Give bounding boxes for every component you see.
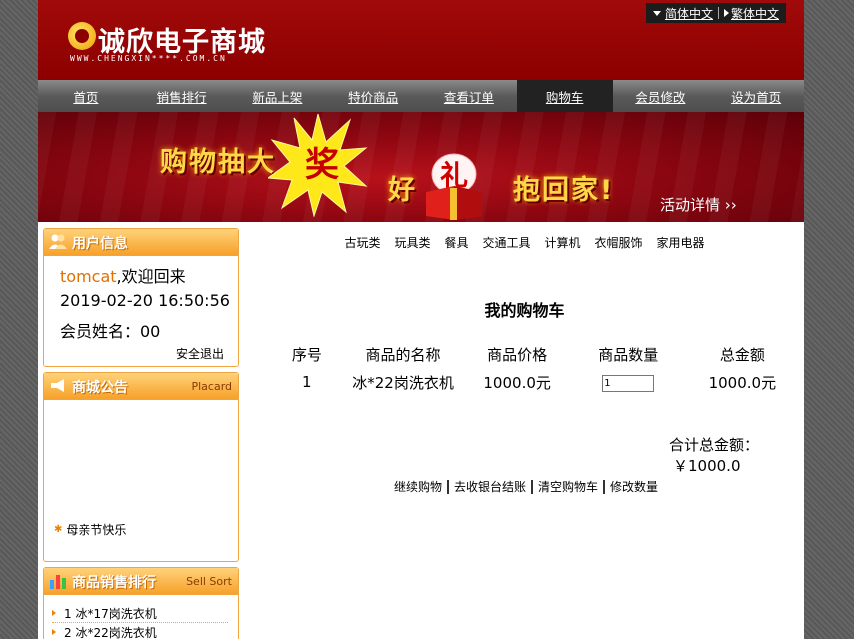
category-appliances[interactable]: 家用电器 [657,234,705,251]
total-label: 合计总金额： [669,436,760,454]
username: tomcat [60,267,117,286]
notice-item[interactable]: ✱ 母亲节快乐 [54,521,126,538]
banner-text-lottery: 购物抽大 [160,147,276,178]
cell-qty [557,372,700,392]
megaphone-icon [51,379,64,392]
clear-cart-link[interactable]: 清空购物车 [533,478,603,495]
nav-member-edit[interactable]: 会员修改 [613,80,709,112]
cell-price: 1000.0元 [483,373,551,392]
notice-title: 商城公告 [72,380,128,396]
lang-traditional-label: 繁体中文 [730,6,779,21]
table-row: 1 冰*22岗洗衣机 1000.0元 1000.0元 [285,368,785,396]
cart-header-row: 序号 商品的名称 商品价格 商品数量 总金额 [285,340,785,368]
cart-actions: 继续购物 去收银台结账 清空购物车 修改数量 [389,478,663,495]
logout-link[interactable]: 安全退出 [176,345,224,362]
column-header-qty: 商品数量 [598,345,659,364]
logo-subtext: WWW.CHENGXIN****.COM.CN [70,54,227,63]
user-info-box: 用户信息 tomcat,欢迎回来 2019-02-20 16:50:56 会员姓… [43,228,239,367]
list-item[interactable]: 2 冰*22岗洗衣机 [52,623,228,639]
cell-total: 1000.0元 [708,373,777,392]
user-info-header: 用户信息 [44,229,238,256]
quantity-input[interactable] [602,375,655,392]
triangle-right-icon [723,9,729,17]
category-toys[interactable]: 玩具类 [394,234,430,251]
logo-mark-icon [68,22,96,50]
category-computers[interactable]: 计算机 [545,234,581,251]
update-quantity-link[interactable]: 修改数量 [605,478,663,495]
sales-rank-subtitle: Sell Sort [186,575,232,588]
cell-name: 冰*22岗洗衣机 [352,373,454,392]
nav-new-arrivals[interactable]: 新品上架 [230,80,326,112]
nav-set-homepage[interactable]: 设为首页 [708,80,804,112]
site-header: 诚欣电子商城 WWW.CHENGXIN****.COM.CN 简体中文 繁体中文 [38,0,804,80]
sales-rank-title: 商品销售排行 [72,575,156,591]
bar-chart-icon [50,575,66,589]
category-antiques[interactable]: 古玩类 [344,234,380,251]
cell-index: 1 [302,373,312,391]
promo-banner[interactable]: 购物抽大 奖 好 抱回家! 礼 活动详情 ›› [38,112,804,222]
banner-details-link[interactable]: 活动详情 ›› [660,194,737,215]
welcome-line: tomcat,欢迎回来 [60,263,186,287]
user-info-title: 用户信息 [72,236,128,252]
category-transport[interactable]: 交通工具 [482,234,530,251]
member-name: 会员姓名：00 [60,322,161,341]
column-header-name: 商品的名称 [365,345,441,364]
continue-shopping-link[interactable]: 继续购物 [389,478,447,495]
banner-text-good: 好 [388,175,417,206]
star-bullet-icon: ✱ [54,524,63,535]
users-icon [49,234,67,249]
lang-divider [717,7,719,19]
category-apparel[interactable]: 衣帽服饰 [595,234,643,251]
triangle-down-icon [652,10,661,16]
burst-char: 奖 [305,145,339,185]
category-links: 古玩类 玩具类 餐具 交通工具 计算机 衣帽服饰 家用电器 [245,234,804,251]
nav-special-offers[interactable]: 特价商品 [325,80,421,112]
gift-box-icon: 礼 [426,153,482,220]
starburst-icon: 奖 [268,113,368,217]
lang-traditional-link[interactable]: 繁体中文 [721,5,782,22]
nav-home[interactable]: 首页 [38,80,134,112]
checkout-link[interactable]: 去收银台结账 [449,478,531,495]
cart-title: 我的购物车 [484,301,565,320]
column-header-price: 商品价格 [487,345,548,364]
list-item[interactable]: 1 冰*17岗洗衣机 [52,604,228,623]
nav-cart[interactable]: 购物车 [516,80,613,112]
notice-header: 商城公告 Placard [44,373,238,400]
category-tableware[interactable]: 餐具 [444,234,468,251]
arrow-bullet-icon [52,610,56,616]
nav-sales-rank[interactable]: 销售排行 [134,80,230,112]
sales-rank-item-label: 2 冰*22岗洗衣机 [64,625,157,639]
banner-text-home: 抱回家! [513,175,615,206]
nav-view-orders[interactable]: 查看订单 [421,80,517,112]
main-content: 古玩类 玩具类 餐具 交通工具 计算机 衣帽服饰 家用电器 我的购物车 序号 商… [245,222,804,639]
column-header-total: 总金额 [719,345,765,364]
sales-rank-header: 商品销售排行 Sell Sort [44,568,238,595]
arrow-bullet-icon [52,629,56,635]
main-nav: 首页 销售排行 新品上架 特价商品 查看订单 购物车 会员修改 设为首页 [38,80,804,112]
lang-simplified-label: 简体中文 [664,6,713,21]
site-logo[interactable]: 诚欣电子商城 WWW.CHENGXIN****.COM.CN [68,20,298,65]
column-header-index: 序号 [291,345,322,364]
login-datetime: 2019-02-20 16:50:56 [60,291,230,310]
sales-rank-item-label: 1 冰*17岗洗衣机 [64,606,157,621]
lang-simplified-link[interactable]: 简体中文 [650,5,716,22]
notice-box: 商城公告 Placard ✱ 母亲节快乐 [43,372,239,562]
page: 诚欣电子商城 WWW.CHENGXIN****.COM.CN 简体中文 繁体中文… [38,0,804,639]
language-switch: 简体中文 繁体中文 [645,3,786,23]
cart-table: 序号 商品的名称 商品价格 商品数量 总金额 1 冰*22岗洗衣机 1000.0… [285,340,785,396]
sales-rank-box: 商品销售排行 Sell Sort 1 冰*17岗洗衣机 2 冰*22岗洗衣机 [43,567,239,639]
notice-subtitle: Placard [191,380,232,393]
notice-item-label: 母亲节快乐 [66,523,127,537]
welcome-text: ,欢迎回来 [116,267,186,286]
total-value: ￥1000.0 [673,457,741,475]
